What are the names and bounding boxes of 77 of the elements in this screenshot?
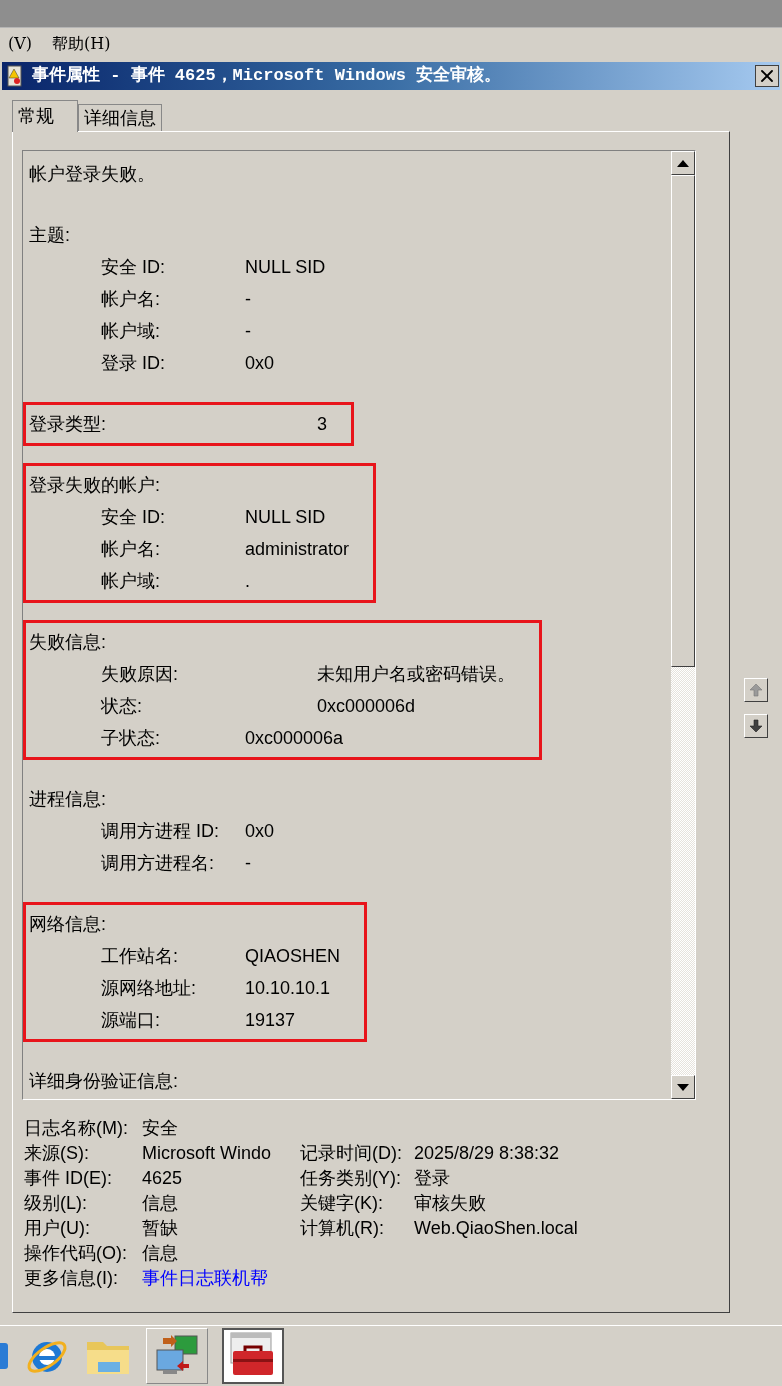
info-label: 来源(S): [24,1142,90,1165]
field-value: 0xc000006d [317,694,416,718]
section-heading: 帐户登录失败。 [29,162,156,186]
up-triangle-icon [677,159,689,167]
field-label: 工作站名: [101,944,179,968]
field-label: 帐户域: [101,569,161,593]
info-value: Web.QiaoShen.local [414,1217,578,1240]
tab[interactable]: 详细信息 [78,104,162,131]
section-heading: 登录失败的帐户: [29,473,161,497]
info-label: 操作代码(O): [24,1242,128,1265]
field-value: 19137 [245,1008,296,1032]
info-value: Microsoft Windo [142,1142,273,1165]
down-arrow-icon [749,719,763,733]
info-label: 计算机(R): [300,1217,385,1240]
section-heading: 网络信息: [29,912,107,936]
info-label: 用户(U): [24,1217,91,1240]
info-value: 暂缺 [142,1217,179,1240]
field-value: 0xc000006a [245,726,344,750]
window-title: 事件属性 - 事件 4625，Microsoft Windows 安全审核。 [32,64,502,88]
info-value: 审核失败 [414,1192,486,1215]
field-value: - [245,287,251,311]
info-label: 事件 ID(E): [24,1167,113,1190]
field-value: 10.10.10.1 [245,976,331,1000]
section-heading: 登录类型: [29,412,107,436]
field-value: 未知用户名或密码错误。 [317,662,515,686]
field-value: - [245,319,251,343]
field-label: 子状态: [101,726,161,750]
field-label: 状态: [101,694,143,718]
scroll-down-button[interactable] [671,1075,695,1099]
scrollbar-thumb[interactable] [671,175,695,667]
info-label: 日志名称(M): [24,1117,129,1140]
info-value: 信息 [142,1242,179,1265]
next-button[interactable] [744,714,768,738]
menu-item[interactable]: (V) [8,32,33,56]
field-value: NULL SID [245,505,326,529]
info-value: 登录 [414,1167,450,1190]
field-label: 帐户名: [101,537,161,561]
field-value: . [245,569,250,593]
field-value: 0x0 [245,351,275,375]
section-heading: 进程信息: [29,787,107,811]
field-label: 调用方进程名: [101,851,215,875]
field-label: 源端口: [101,1008,161,1032]
field-label: 安全 ID: [101,505,166,529]
down-triangle-icon [677,1083,689,1091]
field-label: 登录 ID: [101,351,166,375]
help-link[interactable]: 事件日志联机帮 [142,1265,268,1292]
section-heading: 主题: [29,223,71,247]
section-heading: 失败信息: [29,630,107,654]
field-value: administrator [245,537,350,561]
info-value: 2025/8/29 8:38:32 [414,1142,560,1165]
close-button[interactable] [755,65,779,87]
field-label: 调用方进程 ID: [101,819,220,843]
info-label: 级别(L): [24,1192,88,1215]
field-label: 帐户域: [101,319,161,343]
menu-item[interactable]: 帮助(H) [52,32,111,56]
info-value: 信息 [142,1192,179,1215]
field-value: QIAOSHEN [245,944,341,968]
scrollbar[interactable] [671,151,695,1099]
field-value: 0x0 [245,819,275,843]
tab[interactable]: 常规 [12,100,78,132]
event-log-icon [6,65,24,87]
field-value: NULL SID [245,255,326,279]
info-label: 关键字(K): [300,1192,384,1215]
field-value: - [245,851,251,875]
info-label: 记录时间(D): [300,1142,403,1165]
field-label: 安全 ID: [101,255,166,279]
section-heading: 详细身份验证信息: [29,1069,179,1093]
field-label: 失败原因: [101,662,179,686]
field-value: 3 [316,412,327,436]
scroll-up-button[interactable] [671,151,695,175]
info-label: 更多信息(I): [24,1267,119,1290]
up-arrow-icon [749,683,763,697]
field-label: 源网络地址: [101,976,197,1000]
field-label: 帐户名: [101,287,161,311]
info-label: 任务类别(Y): [300,1167,402,1190]
info-value: 安全 [142,1117,179,1140]
info-value: 4625 [142,1167,184,1190]
